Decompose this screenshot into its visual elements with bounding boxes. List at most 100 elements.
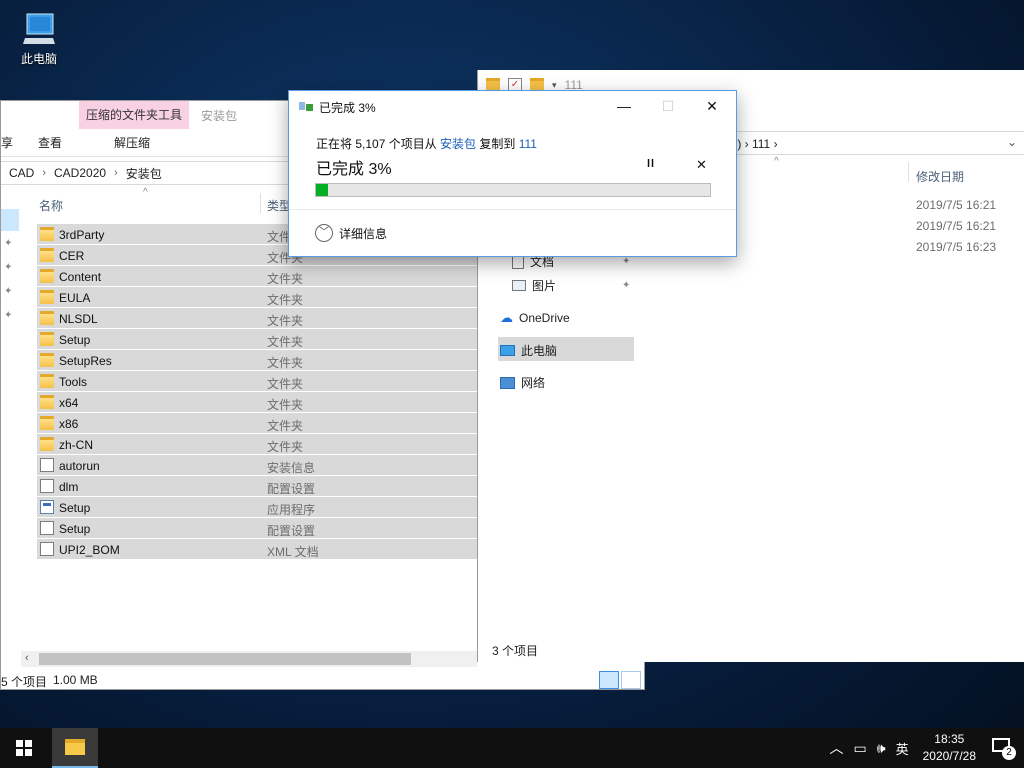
pause-button[interactable]: ll bbox=[647, 158, 655, 170]
scrollbar-thumb[interactable] bbox=[39, 653, 411, 665]
tab-share[interactable]: 享 bbox=[1, 134, 13, 151]
pin-icon: ✦ bbox=[4, 238, 13, 249]
folder-icon bbox=[40, 290, 54, 304]
computer-icon bbox=[500, 345, 515, 356]
pin-icon[interactable]: ✦ bbox=[622, 256, 630, 267]
minimize-button[interactable]: — bbox=[601, 95, 647, 117]
copy-message: 正在将 5,107 个项目从 安装包 复制到 111 bbox=[316, 135, 537, 152]
scroll-left-icon[interactable]: ‹ bbox=[25, 652, 29, 664]
maximize-button[interactable]: ☐ bbox=[645, 95, 691, 117]
breadcrumb-install-package[interactable]: 安装包 bbox=[126, 165, 162, 182]
show-hidden-icons-icon[interactable]: ︿ bbox=[830, 738, 844, 758]
item-count: 3 个项目 bbox=[492, 644, 539, 658]
file-name: CER bbox=[59, 249, 85, 263]
column-header-name[interactable]: 名称 bbox=[39, 197, 63, 214]
file-type: 文件夹 bbox=[267, 356, 304, 370]
file-row[interactable]: Setup 应用程序 bbox=[37, 497, 477, 518]
folder-icon bbox=[40, 395, 54, 409]
file-row[interactable]: NLSDL 文件夹 bbox=[37, 308, 477, 329]
file-type: 配置设置 bbox=[267, 482, 316, 496]
file-name: EULA bbox=[59, 291, 91, 305]
file-row[interactable]: Tools 文件夹 bbox=[37, 371, 477, 392]
chevron-down-icon[interactable]: ⌄ bbox=[1007, 135, 1017, 149]
desktop-icon-this-pc[interactable]: 此电脑 bbox=[8, 8, 70, 78]
tab-extract[interactable]: 解压缩 bbox=[114, 134, 150, 151]
column-divider[interactable] bbox=[908, 162, 909, 182]
tab-view[interactable]: 查看 bbox=[38, 134, 62, 151]
network-icon[interactable]: ▭ bbox=[854, 740, 867, 757]
file-name: 3rdParty bbox=[59, 228, 105, 242]
clock-time: 18:35 bbox=[934, 732, 965, 746]
horizontal-scrollbar[interactable]: ‹ bbox=[21, 651, 477, 667]
progress-bar bbox=[315, 183, 711, 197]
clock[interactable]: 18:35 2020/7/28 bbox=[923, 731, 976, 765]
nav-item-this-pc[interactable]: 此电脑 bbox=[500, 342, 557, 359]
nav-item-network[interactable]: 网络 bbox=[500, 374, 545, 391]
file-type: 文件夹 bbox=[267, 272, 304, 286]
notification-count: 2 bbox=[1002, 746, 1016, 760]
pin-icon[interactable]: ✦ bbox=[622, 280, 630, 291]
pin-icon: ✦ bbox=[4, 262, 13, 273]
more-details-toggle[interactable]: ﹀ 详细信息 bbox=[315, 224, 387, 242]
nav-item-onedrive[interactable]: ☁ OneDrive bbox=[500, 310, 570, 326]
file-type: 文件夹 bbox=[267, 335, 304, 349]
customize-toolbar-icon[interactable]: ▾ bbox=[552, 80, 557, 91]
item-count: 5 个项目 bbox=[1, 675, 48, 689]
file-name: Content bbox=[59, 270, 102, 284]
file-row[interactable]: dlm 配置设置 bbox=[37, 476, 477, 497]
address-path[interactable]: :) › 111 › bbox=[734, 137, 778, 151]
nav-selected-item[interactable] bbox=[1, 209, 19, 231]
file-row[interactable]: EULA 文件夹 bbox=[37, 287, 477, 308]
file-type: 文件夹 bbox=[267, 419, 304, 433]
progress-status: 已完成 3% bbox=[316, 161, 392, 178]
context-tab-compressed-tools[interactable]: 压缩的文件夹工具 bbox=[79, 101, 189, 129]
close-button[interactable]: ✕ bbox=[689, 95, 735, 117]
volume-icon[interactable]: 🕪 bbox=[877, 740, 886, 757]
details-view-icon[interactable] bbox=[599, 671, 619, 689]
desktop-icon-label: 此电脑 bbox=[20, 52, 57, 66]
folder-icon bbox=[40, 374, 54, 388]
file-row[interactable]: x86 文件夹 bbox=[37, 413, 477, 434]
breadcrumb-cad[interactable]: CAD bbox=[9, 166, 34, 180]
clock-date: 2020/7/28 bbox=[922, 749, 976, 763]
action-center-button[interactable]: 2 bbox=[990, 734, 1018, 762]
cancel-button[interactable]: ✕ bbox=[696, 157, 707, 173]
nav-item-pictures[interactable]: 图片 ✦ bbox=[512, 277, 630, 294]
breadcrumb-cad2020[interactable]: CAD2020 bbox=[54, 166, 106, 180]
file-name: x64 bbox=[59, 396, 79, 410]
file-row[interactable]: autorun 安装信息 bbox=[37, 455, 477, 476]
file-row[interactable]: Content 文件夹 bbox=[37, 266, 477, 287]
file-row[interactable]: Setup 文件夹 bbox=[37, 329, 477, 350]
large-icons-view-icon[interactable] bbox=[621, 671, 641, 689]
sort-ascending-icon: ^ bbox=[143, 187, 148, 198]
dialog-title: 已完成 3% bbox=[319, 101, 376, 115]
view-buttons bbox=[599, 671, 643, 689]
message-text: 正在将 5,107 个项目从 bbox=[316, 137, 441, 151]
file-name: zh-CN bbox=[59, 438, 94, 452]
file-list: 3rdParty 文件夹 CER 文件夹 Content 文件夹 EULA 文件夹 NLSDL 文… bbox=[37, 224, 477, 560]
file-name: autorun bbox=[59, 459, 100, 473]
file-row[interactable]: Setup 配置设置 bbox=[37, 518, 477, 539]
file-row[interactable]: x64 文件夹 bbox=[37, 392, 477, 413]
file-name: SetupRes bbox=[59, 354, 112, 368]
date-modified-cell: 2019/7/5 16:21 bbox=[916, 198, 997, 212]
sort-ascending-icon: ^ bbox=[774, 156, 779, 167]
column-divider[interactable] bbox=[260, 193, 261, 213]
picture-icon bbox=[512, 280, 526, 291]
folder-icon bbox=[40, 311, 54, 325]
taskbar: ︿ ▭ 🕪 英 18:35 2020/7/28 2 bbox=[0, 728, 1024, 768]
source-folder-link[interactable]: 安装包 bbox=[440, 137, 476, 151]
nav-label: OneDrive bbox=[519, 311, 570, 325]
start-button[interactable] bbox=[0, 728, 48, 768]
file-name: Setup bbox=[59, 522, 91, 536]
file-row[interactable]: zh-CN 文件夹 bbox=[37, 434, 477, 455]
input-method-indicator[interactable]: 英 bbox=[896, 739, 909, 758]
column-header-date-modified[interactable]: 修改日期 bbox=[916, 168, 964, 185]
status-bar: 5 个项目 1.00 MB bbox=[1, 671, 644, 689]
taskbar-file-explorer[interactable] bbox=[52, 728, 98, 768]
destination-folder-link[interactable]: 111 bbox=[519, 137, 537, 151]
file-row[interactable]: SetupRes 文件夹 bbox=[37, 350, 477, 371]
file-type: 文件夹 bbox=[267, 440, 304, 454]
progress-fill bbox=[316, 184, 328, 196]
file-row[interactable]: UPI2_BOM XML 文档 bbox=[37, 539, 477, 560]
